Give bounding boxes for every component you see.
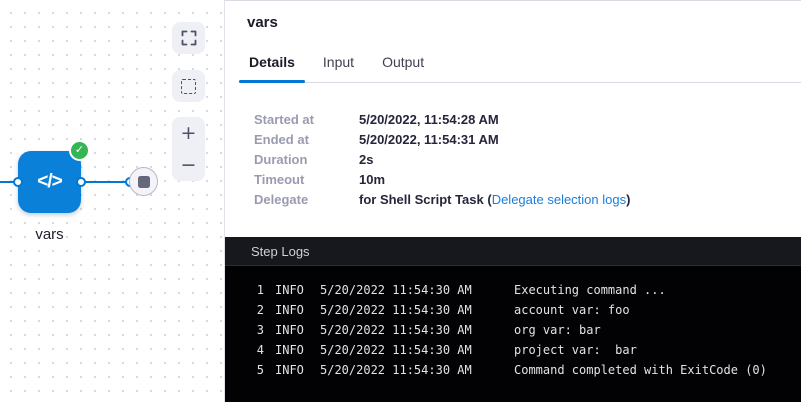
log-timestamp: 5/20/2022 11:54:30 AM (320, 280, 472, 300)
stop-icon (138, 176, 150, 188)
log-line-number: 1 (225, 280, 264, 300)
log-message: Executing command ... (514, 280, 666, 300)
log-message: org var: bar (514, 320, 601, 340)
log-line: 3 INFO 5/20/2022 11:54:30 AM org var: ba… (225, 320, 801, 340)
tab-input[interactable]: Input (313, 54, 364, 82)
delegate-selection-logs-link[interactable]: Delegate selection logs (492, 192, 626, 207)
node-label: vars (18, 226, 81, 243)
log-message: project var: bar (514, 340, 637, 360)
log-level: INFO (275, 320, 305, 340)
pipeline-graph-canvas[interactable]: </> ✓ vars + − (0, 0, 224, 402)
zoom-out-button[interactable]: − (172, 149, 205, 181)
detail-row-delegate: Delegate for Shell Script Task (Delegate… (254, 190, 801, 210)
detail-row-timeout: Timeout 10m (254, 170, 801, 190)
detail-row-started-at: Started at 5/20/2022, 11:54:28 AM (254, 110, 801, 130)
zoom-controls: + − (172, 117, 205, 181)
tab-output[interactable]: Output (372, 54, 434, 82)
log-line-number: 5 (225, 360, 264, 380)
pipeline-end-node[interactable] (129, 167, 158, 196)
log-message: account var: foo (514, 300, 630, 320)
detail-value: 10m (359, 170, 385, 190)
step-execution-view: </> ✓ vars + − vars (0, 0, 801, 402)
detail-value: for Shell Script Task (Delegate selectio… (359, 190, 630, 210)
detail-value: 5/20/2022, 11:54:31 AM (359, 130, 499, 150)
node-port-left (13, 177, 23, 187)
fullscreen-button[interactable] (172, 22, 205, 54)
step-details-panel: vars Details Input Output Started at 5/2… (224, 0, 801, 402)
delegate-text-suffix: ) (626, 192, 630, 207)
log-line: 4 INFO 5/20/2022 11:54:30 AM project var… (225, 340, 801, 360)
log-line: 2 INFO 5/20/2022 11:54:30 AM account var… (225, 300, 801, 320)
tab-bar: Details Input Output (239, 54, 801, 83)
step-logs-console: Step Logs 1 INFO 5/20/2022 11:54:30 AM E… (225, 237, 801, 402)
detail-label: Ended at (254, 130, 359, 150)
detail-label: Started at (254, 110, 359, 130)
delegate-text-prefix: for Shell Script Task ( (359, 192, 492, 207)
log-timestamp: 5/20/2022 11:54:30 AM (320, 320, 472, 340)
page-title: vars (247, 14, 801, 31)
selection-button[interactable] (172, 70, 205, 102)
detail-row-ended-at: Ended at 5/20/2022, 11:54:31 AM (254, 130, 801, 150)
detail-row-duration: Duration 2s (254, 150, 801, 170)
detail-value: 2s (359, 150, 373, 170)
log-line-number: 3 (225, 320, 264, 340)
log-level: INFO (275, 300, 305, 320)
log-timestamp: 5/20/2022 11:54:30 AM (320, 360, 472, 380)
edge-incoming (0, 181, 14, 183)
log-line-number: 4 (225, 340, 264, 360)
code-icon: </> (37, 171, 61, 193)
fullscreen-icon (181, 30, 197, 46)
log-body[interactable]: 1 INFO 5/20/2022 11:54:30 AM Executing c… (225, 266, 801, 380)
node-port-right (76, 177, 86, 187)
step-logs-title: Step Logs (251, 244, 310, 259)
detail-label: Timeout (254, 170, 359, 190)
execution-details: Started at 5/20/2022, 11:54:28 AM Ended … (225, 83, 801, 210)
step-logs-header: Step Logs (225, 237, 801, 266)
log-level: INFO (275, 360, 305, 380)
log-message: Command completed with ExitCode (0) (514, 360, 767, 380)
tab-details[interactable]: Details (239, 54, 305, 82)
log-line: 1 INFO 5/20/2022 11:54:30 AM Executing c… (225, 280, 801, 300)
detail-label: Duration (254, 150, 359, 170)
step-node-vars[interactable]: </> (18, 151, 81, 213)
log-level: INFO (275, 340, 305, 360)
zoom-in-button[interactable]: + (172, 117, 205, 149)
detail-label: Delegate (254, 190, 359, 210)
log-timestamp: 5/20/2022 11:54:30 AM (320, 340, 472, 360)
success-check-icon: ✓ (69, 140, 90, 161)
log-line: 5 INFO 5/20/2022 11:54:30 AM Command com… (225, 360, 801, 380)
detail-value: 5/20/2022, 11:54:28 AM (359, 110, 499, 130)
log-level: INFO (275, 280, 305, 300)
log-timestamp: 5/20/2022 11:54:30 AM (320, 300, 472, 320)
selection-box-icon (181, 79, 196, 94)
log-line-number: 2 (225, 300, 264, 320)
